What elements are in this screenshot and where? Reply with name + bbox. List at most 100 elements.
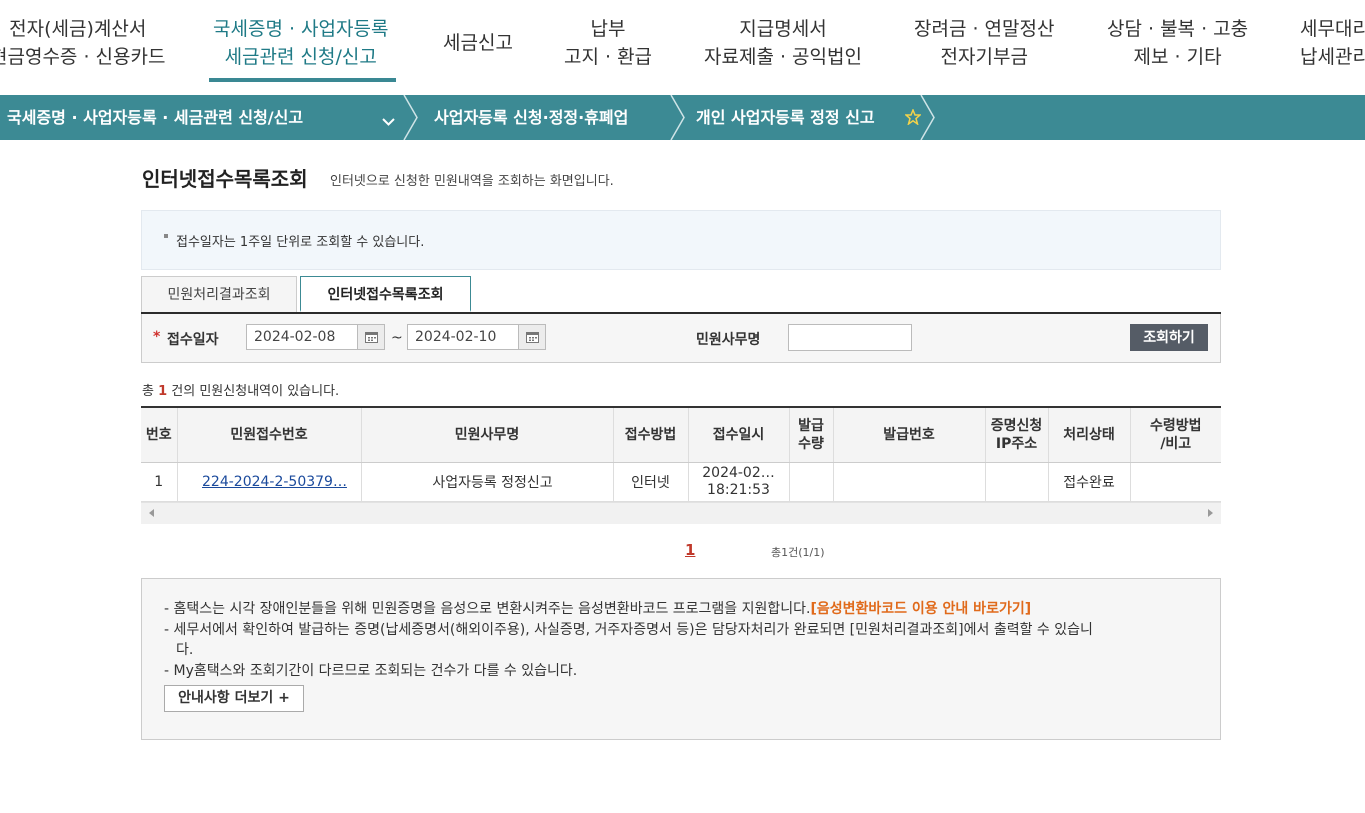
- header-civil-name: 민원사무명: [361, 406, 614, 463]
- notice-box: - 홈택스는 시각 장애인분들을 위해 민원증명을 음성으로 변환시켜주는 음성…: [141, 578, 1221, 740]
- page-link-current[interactable]: 1: [685, 541, 695, 559]
- breadcrumb-level2-label: 사업자등록 신청·정정·휴폐업: [434, 108, 629, 127]
- date-from-input[interactable]: 2024-02-08: [246, 324, 358, 350]
- page-total: 총1건(1/1): [771, 546, 825, 559]
- horizontal-scrollbar[interactable]: [141, 502, 1221, 524]
- receipt-date-day: 2024-02…: [702, 465, 775, 481]
- cell-method: 인터넷: [613, 462, 689, 502]
- cell-receive-method: [1130, 462, 1221, 502]
- info-text: 접수일자는 1주일 단위로 조회할 수 있습니다.: [176, 235, 425, 250]
- date-to-input[interactable]: 2024-02-10: [407, 324, 519, 350]
- breadcrumb-level2[interactable]: 사업자등록 신청·정정·휴폐업: [434, 95, 628, 140]
- active-nav-underline: [209, 78, 396, 82]
- date-range-separator: ~: [391, 330, 403, 346]
- nav-line1: 장려금 · 연말정산: [914, 18, 1055, 40]
- nav-e-invoice[interactable]: 전자(세금)계산서 현금영수증 · 신용카드: [0, 15, 165, 71]
- nav-line2: 납세관리: [1300, 46, 1365, 68]
- scroll-left-icon[interactable]: [149, 509, 154, 517]
- header-receive-method: 수령방법/비고: [1130, 406, 1221, 463]
- breadcrumb-separator-icon: [670, 95, 685, 140]
- header-ip: 증명신청 IP주소: [985, 406, 1049, 463]
- result-table: 번호 민원접수번호 민원사무명 접수방법 접수일시 발급 수량 발급번호 증명신청…: [141, 406, 1221, 502]
- notice-line-2a: - 세무서에서 확인하여 발급하는 증명(납세증명서(해외이주용), 사실증명,…: [164, 622, 1093, 638]
- breadcrumb: 국세증명 · 사업자등록 · 세금관련 신청/신고 사업자등록 신청·정정·휴폐…: [0, 95, 1365, 140]
- nav-payment-statement[interactable]: 지급명세서 자료제출 · 공익법인: [704, 15, 862, 71]
- calendar-icon: [365, 332, 378, 343]
- cell-issue-qty: [789, 462, 834, 502]
- breadcrumb-level3[interactable]: 개인 사업자등록 정정 신고: [696, 95, 875, 140]
- civil-affair-name-input[interactable]: [788, 324, 912, 351]
- top-navigation: 전자(세금)계산서 현금영수증 · 신용카드 국세증명 · 사업자등록 세금관련…: [0, 0, 1365, 95]
- notice-line-1: - 홈택스는 시각 장애인분들을 위해 민원증명을 음성으로 변환시켜주는 음성…: [164, 598, 1031, 618]
- calendar-from-button[interactable]: [357, 324, 385, 350]
- header-issue-qty: 발급 수량: [789, 406, 834, 463]
- nav-line2: 자료제출 · 공익법인: [704, 46, 862, 68]
- receipt-date-label: 접수일자: [167, 332, 219, 348]
- result-table-wrapper: 번호 민원접수번호 민원사무명 접수방법 접수일시 발급 수량 발급번호 증명신청…: [141, 406, 1221, 502]
- notice-line-1-text: - 홈택스는 시각 장애인분들을 위해 민원증명을 음성으로 변환시켜주는 음성…: [164, 601, 811, 617]
- count-prefix: 총: [142, 384, 154, 399]
- cell-receipt-date: 2024-02… 18:21:53: [688, 462, 790, 502]
- nav-consultation[interactable]: 상담 · 불복 · 고충 제보 · 기타: [1107, 15, 1248, 71]
- cell-issue-no: [833, 462, 986, 502]
- search-form: * 접수일자 2024-02-08 ~ 2024-02-10 민원사무명 조회하…: [141, 314, 1221, 363]
- nav-line1: 세금신고: [443, 32, 513, 54]
- search-button[interactable]: 조회하기: [1130, 324, 1208, 351]
- nav-certificate-registration[interactable]: 국세증명 · 사업자등록 세금관련 신청/신고: [213, 15, 388, 71]
- more-notices-button[interactable]: 안내사항 더보기 +: [164, 685, 304, 712]
- cell-civil-name: 사업자등록 정정신고: [361, 462, 614, 502]
- breadcrumb-level1[interactable]: 국세증명 · 사업자등록 · 세금관련 신청/신고: [7, 95, 303, 140]
- header-receipt-date: 접수일시: [688, 406, 790, 463]
- breadcrumb-level3-label: 개인 사업자등록 정정 신고: [696, 108, 875, 127]
- nav-line1: 지급명세서: [739, 18, 827, 40]
- cell-ip: [985, 462, 1049, 502]
- notice-line-3: - My홈택스와 조회기간이 다르므로 조회되는 건수가 다를 수 있습니다.: [164, 663, 578, 679]
- nav-line2: 제보 · 기타: [1133, 46, 1222, 68]
- header-status: 처리상태: [1048, 406, 1131, 463]
- receipt-no-link[interactable]: 224-2024-2-50379…: [202, 474, 347, 490]
- cell-no: 1: [141, 462, 178, 502]
- breadcrumb-separator-icon: [403, 95, 418, 140]
- bullet-icon: [164, 234, 168, 238]
- chevron-down-icon[interactable]: [382, 112, 395, 126]
- tab-internet-receipt-list[interactable]: 인터넷접수목록조회: [300, 276, 471, 312]
- tab-result-inquiry[interactable]: 민원처리결과조회: [141, 276, 297, 312]
- nav-line1: 상담 · 불복 · 고충: [1107, 18, 1249, 40]
- nav-tax-report[interactable]: 세금신고: [443, 29, 513, 57]
- breadcrumb-separator-icon: [920, 95, 935, 140]
- calendar-to-button[interactable]: [518, 324, 546, 350]
- notice-line-2b: 다.: [176, 642, 194, 658]
- nav-line2: 현금영수증 · 신용카드: [0, 46, 166, 68]
- header-method: 접수방법: [613, 406, 689, 463]
- page-description: 인터넷으로 신청한 민원내역을 조회하는 화면입니다.: [330, 174, 614, 189]
- voice-barcode-guide-link[interactable]: [음성변환바코드 이용 안내 바로가기]: [810, 601, 1031, 617]
- cell-receipt-no: 224-2024-2-50379…: [177, 462, 362, 502]
- civil-affair-name-label: 민원사무명: [696, 332, 761, 348]
- cell-status: 접수완료: [1048, 462, 1131, 502]
- nav-line1: 국세증명 · 사업자등록: [213, 18, 389, 40]
- receipt-date-time: 18:21:53: [707, 482, 770, 498]
- nav-payment[interactable]: 납부 고지 · 환급: [564, 15, 652, 71]
- star-icon[interactable]: [904, 107, 922, 126]
- nav-line2: 고지 · 환급: [564, 46, 653, 68]
- header-no: 번호: [141, 406, 178, 463]
- count-suffix: 건의 민원신청내역이 있습니다.: [171, 384, 340, 399]
- count-number: 1: [158, 384, 168, 399]
- header-receipt-no: 민원접수번호: [177, 406, 362, 463]
- nav-line1: 세무대리: [1300, 18, 1365, 40]
- table-header-row: 번호 민원접수번호 민원사무명 접수방법 접수일시 발급 수량 발급번호 증명신청…: [141, 406, 1221, 463]
- breadcrumb-level1-label: 국세증명 · 사업자등록 · 세금관련 신청/신고: [7, 108, 304, 127]
- header-issue-no: 발급번호: [833, 406, 986, 463]
- nav-line2: 전자기부금: [940, 46, 1028, 68]
- nav-incentive-year-end[interactable]: 장려금 · 연말정산 전자기부금: [914, 15, 1054, 71]
- info-box: 접수일자는 1주일 단위로 조회할 수 있습니다.: [141, 210, 1221, 270]
- page-title: 인터넷접수목록조회: [142, 167, 308, 191]
- result-count: 총 1 건의 민원신청내역이 있습니다.: [142, 380, 339, 399]
- scroll-right-icon[interactable]: [1208, 509, 1213, 517]
- nav-tax-agent[interactable]: 세무대리 납세관리: [1300, 15, 1365, 71]
- calendar-icon: [526, 332, 539, 343]
- required-mark: *: [153, 329, 161, 345]
- nav-line2: 세금관련 신청/신고: [224, 46, 377, 68]
- nav-line1: 전자(세금)계산서: [9, 18, 147, 40]
- table-row: 1 224-2024-2-50379… 사업자등록 정정신고 인터넷 2024-…: [141, 462, 1221, 502]
